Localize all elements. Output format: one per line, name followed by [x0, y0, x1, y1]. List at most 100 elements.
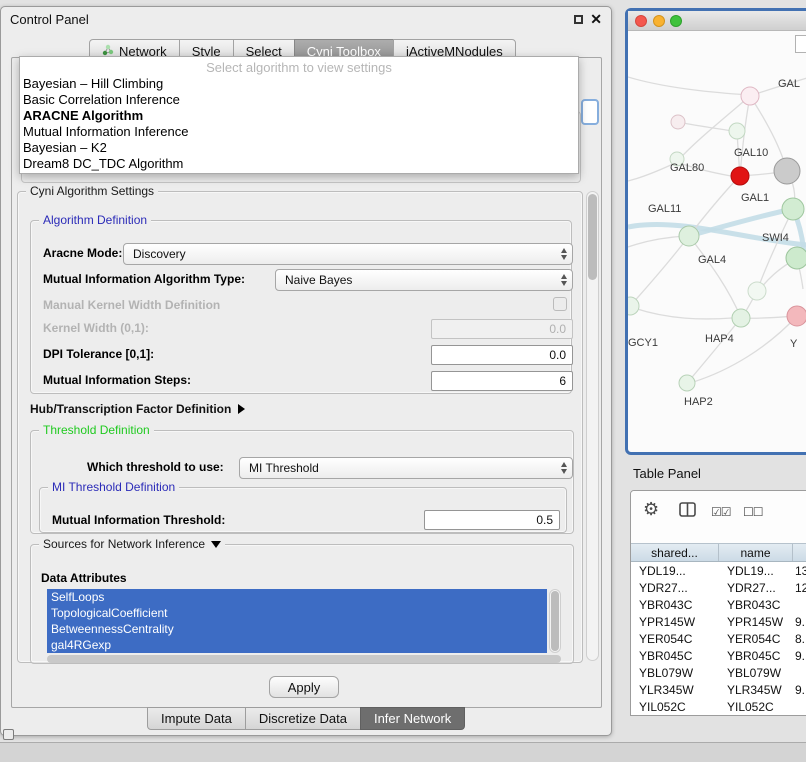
- attributes-horizontal-scrollbar[interactable]: [47, 655, 561, 663]
- close-window-icon[interactable]: ✕: [590, 12, 602, 26]
- restore-panel-icon[interactable]: [3, 729, 14, 740]
- minimize-traffic-light[interactable]: [653, 15, 665, 27]
- control-panel-title: Control Panel: [10, 12, 89, 27]
- apply-button[interactable]: Apply: [269, 676, 339, 698]
- manual-kernel-checkbox[interactable]: [553, 297, 567, 311]
- bottom-tab-bar: Impute DataDiscretize DataInfer Network: [147, 707, 465, 730]
- algorithm-option[interactable]: Basic Correlation Inference: [20, 92, 578, 108]
- network-node-label: HAP4: [705, 333, 734, 345]
- network-node-label: GAL11: [648, 203, 681, 215]
- network-node[interactable]: [787, 306, 806, 326]
- network-canvas[interactable]: GALGAL80GAL10GAL11GAL1SWI4GAL4GCY1HAP4YH…: [628, 31, 806, 452]
- column-header[interactable]: name: [719, 544, 793, 561]
- sources-group-title[interactable]: Sources for Network Inference: [39, 537, 225, 551]
- threshold-definition-title: Threshold Definition: [39, 423, 154, 437]
- network-node[interactable]: [671, 115, 685, 129]
- network-node-label: Y: [790, 338, 798, 350]
- mi-threshold-field[interactable]: 0.5: [424, 510, 560, 530]
- data-attribute-item[interactable]: SelfLoops: [47, 589, 547, 605]
- settings-group-title: Cyni Algorithm Settings: [26, 184, 158, 198]
- data-attribute-item[interactable]: TopologicalCoefficient: [47, 605, 547, 621]
- algorithm-option[interactable]: Bayesian – Hill Climbing: [20, 76, 578, 92]
- algorithm-combo-focus[interactable]: [581, 99, 599, 125]
- deselect-all-columns-icon[interactable]: ☐☐: [743, 505, 763, 519]
- network-node-label: GCY1: [628, 337, 658, 349]
- column-header[interactable]: shared...: [631, 544, 719, 561]
- close-traffic-light[interactable]: [635, 15, 647, 27]
- table-row[interactable]: YDR27...YDR27...12: [631, 579, 806, 596]
- bottom-tab-impute-data[interactable]: Impute Data: [147, 707, 246, 730]
- mi-type-label: Mutual Information Algorithm Type:: [43, 272, 245, 286]
- mi-type-select[interactable]: Naive Bayes: [275, 269, 573, 291]
- table-row[interactable]: YLR345WYLR345W9.: [631, 681, 806, 698]
- network-node-label: SWI4: [762, 232, 789, 244]
- table-row[interactable]: YDL19...YDL19...13: [631, 562, 806, 579]
- network-window-titlebar[interactable]: [628, 11, 806, 31]
- manual-kernel-label: Manual Kernel Width Definition: [43, 298, 220, 312]
- expand-right-icon: [238, 404, 245, 414]
- mi-threshold-label: Mutual Information Threshold:: [52, 513, 225, 527]
- bottom-tab-discretize-data[interactable]: Discretize Data: [245, 707, 361, 730]
- table-row[interactable]: YBR043CYBR043C: [631, 596, 806, 613]
- data-attribute-item[interactable]: BetweennessCentrality: [47, 621, 547, 637]
- network-node-label: GAL: [778, 78, 800, 90]
- gear-icon[interactable]: ⚙: [643, 499, 659, 520]
- table-row[interactable]: YBR045CYBR045C9.: [631, 647, 806, 664]
- data-attributes-list: SelfLoopsTopologicalCoefficientBetweenne…: [47, 589, 547, 653]
- network-node[interactable]: [732, 309, 750, 327]
- kernel-width-field[interactable]: 0.0: [431, 319, 573, 339]
- zoom-traffic-light[interactable]: [670, 15, 682, 27]
- table-panel-window: ⚙ ☑☑ ☐☐ shared...name YDL19...YDL19...13…: [630, 490, 806, 716]
- dpi-tolerance-field[interactable]: 0.0: [431, 345, 573, 365]
- algorithm-option[interactable]: Bayesian – K2: [20, 140, 578, 156]
- mi-steps-label: Mutual Information Steps:: [43, 373, 191, 387]
- network-node-label: GAL80: [670, 162, 704, 174]
- network-node-label: GAL1: [741, 192, 769, 204]
- attributes-list-scrollbar[interactable]: [549, 589, 561, 653]
- algorithm-definition-title: Algorithm Definition: [39, 213, 151, 227]
- mi-threshold-group: MI Threshold Definition Mutual Informati…: [39, 487, 567, 533]
- network-node[interactable]: [731, 167, 749, 185]
- table-row[interactable]: YER054CYER054C8.: [631, 630, 806, 647]
- hub-definition-toggle[interactable]: Hub/Transcription Factor Definition: [30, 402, 245, 416]
- table-row[interactable]: YPR145WYPR145W9.: [631, 613, 806, 630]
- screen: Control Panel ✕ NetworkStyleSelectCyni T…: [0, 0, 806, 762]
- algorithm-option[interactable]: ARACNE Algorithm: [20, 108, 578, 124]
- table-row[interactable]: YBL079WYBL079W: [631, 664, 806, 681]
- network-node-label: GAL4: [698, 254, 726, 266]
- combo-arrows-icon: [561, 248, 567, 260]
- network-node[interactable]: [748, 282, 766, 300]
- data-attribute-item[interactable]: gal4RGexp: [47, 637, 547, 653]
- select-all-columns-icon[interactable]: ☑☑: [711, 505, 731, 519]
- column-header[interactable]: [793, 544, 806, 561]
- cyni-algorithm-settings-group: Cyni Algorithm Settings Algorithm Defini…: [17, 191, 583, 663]
- table-toolbar: ⚙ ☑☑ ☐☐: [631, 491, 806, 543]
- sources-group: Sources for Network Inference Data Attri…: [30, 544, 574, 664]
- float-window-icon[interactable]: [574, 15, 583, 24]
- network-view-window: GALGAL80GAL10GAL11GAL1SWI4GAL4GCY1HAP4YH…: [625, 8, 806, 455]
- network-node[interactable]: [729, 123, 745, 139]
- table-row[interactable]: YIL052CYIL052C: [631, 698, 806, 715]
- network-node[interactable]: [741, 87, 759, 105]
- network-node[interactable]: [786, 247, 806, 269]
- algorithm-option[interactable]: Mutual Information Inference: [20, 124, 578, 140]
- aracne-mode-label: Aracne Mode:: [43, 246, 122, 260]
- aracne-mode-select[interactable]: Discovery: [123, 243, 573, 265]
- algorithm-option[interactable]: Dream8 DC_TDC Algorithm: [20, 156, 578, 172]
- control-panel-titlebar: Control Panel ✕: [1, 7, 611, 31]
- which-threshold-select[interactable]: MI Threshold: [239, 457, 573, 479]
- bottom-tab-infer-network[interactable]: Infer Network: [360, 707, 465, 730]
- network-node[interactable]: [679, 375, 695, 391]
- algorithm-definition-group: Algorithm Definition Aracne Mode: Discov…: [30, 220, 572, 394]
- settings-scrollbar[interactable]: [586, 191, 599, 661]
- network-node[interactable]: [628, 297, 639, 315]
- network-node[interactable]: [679, 226, 699, 246]
- network-node[interactable]: [782, 198, 804, 220]
- network-node-label: HAP2: [684, 396, 713, 408]
- combo-arrows-icon: [561, 462, 567, 474]
- algorithm-dropdown: Select algorithm to view settings Bayesi…: [19, 56, 579, 174]
- which-threshold-label: Which threshold to use:: [87, 460, 224, 474]
- columns-icon[interactable]: [679, 502, 697, 521]
- network-node[interactable]: [774, 158, 800, 184]
- mi-steps-field[interactable]: 6: [431, 371, 573, 391]
